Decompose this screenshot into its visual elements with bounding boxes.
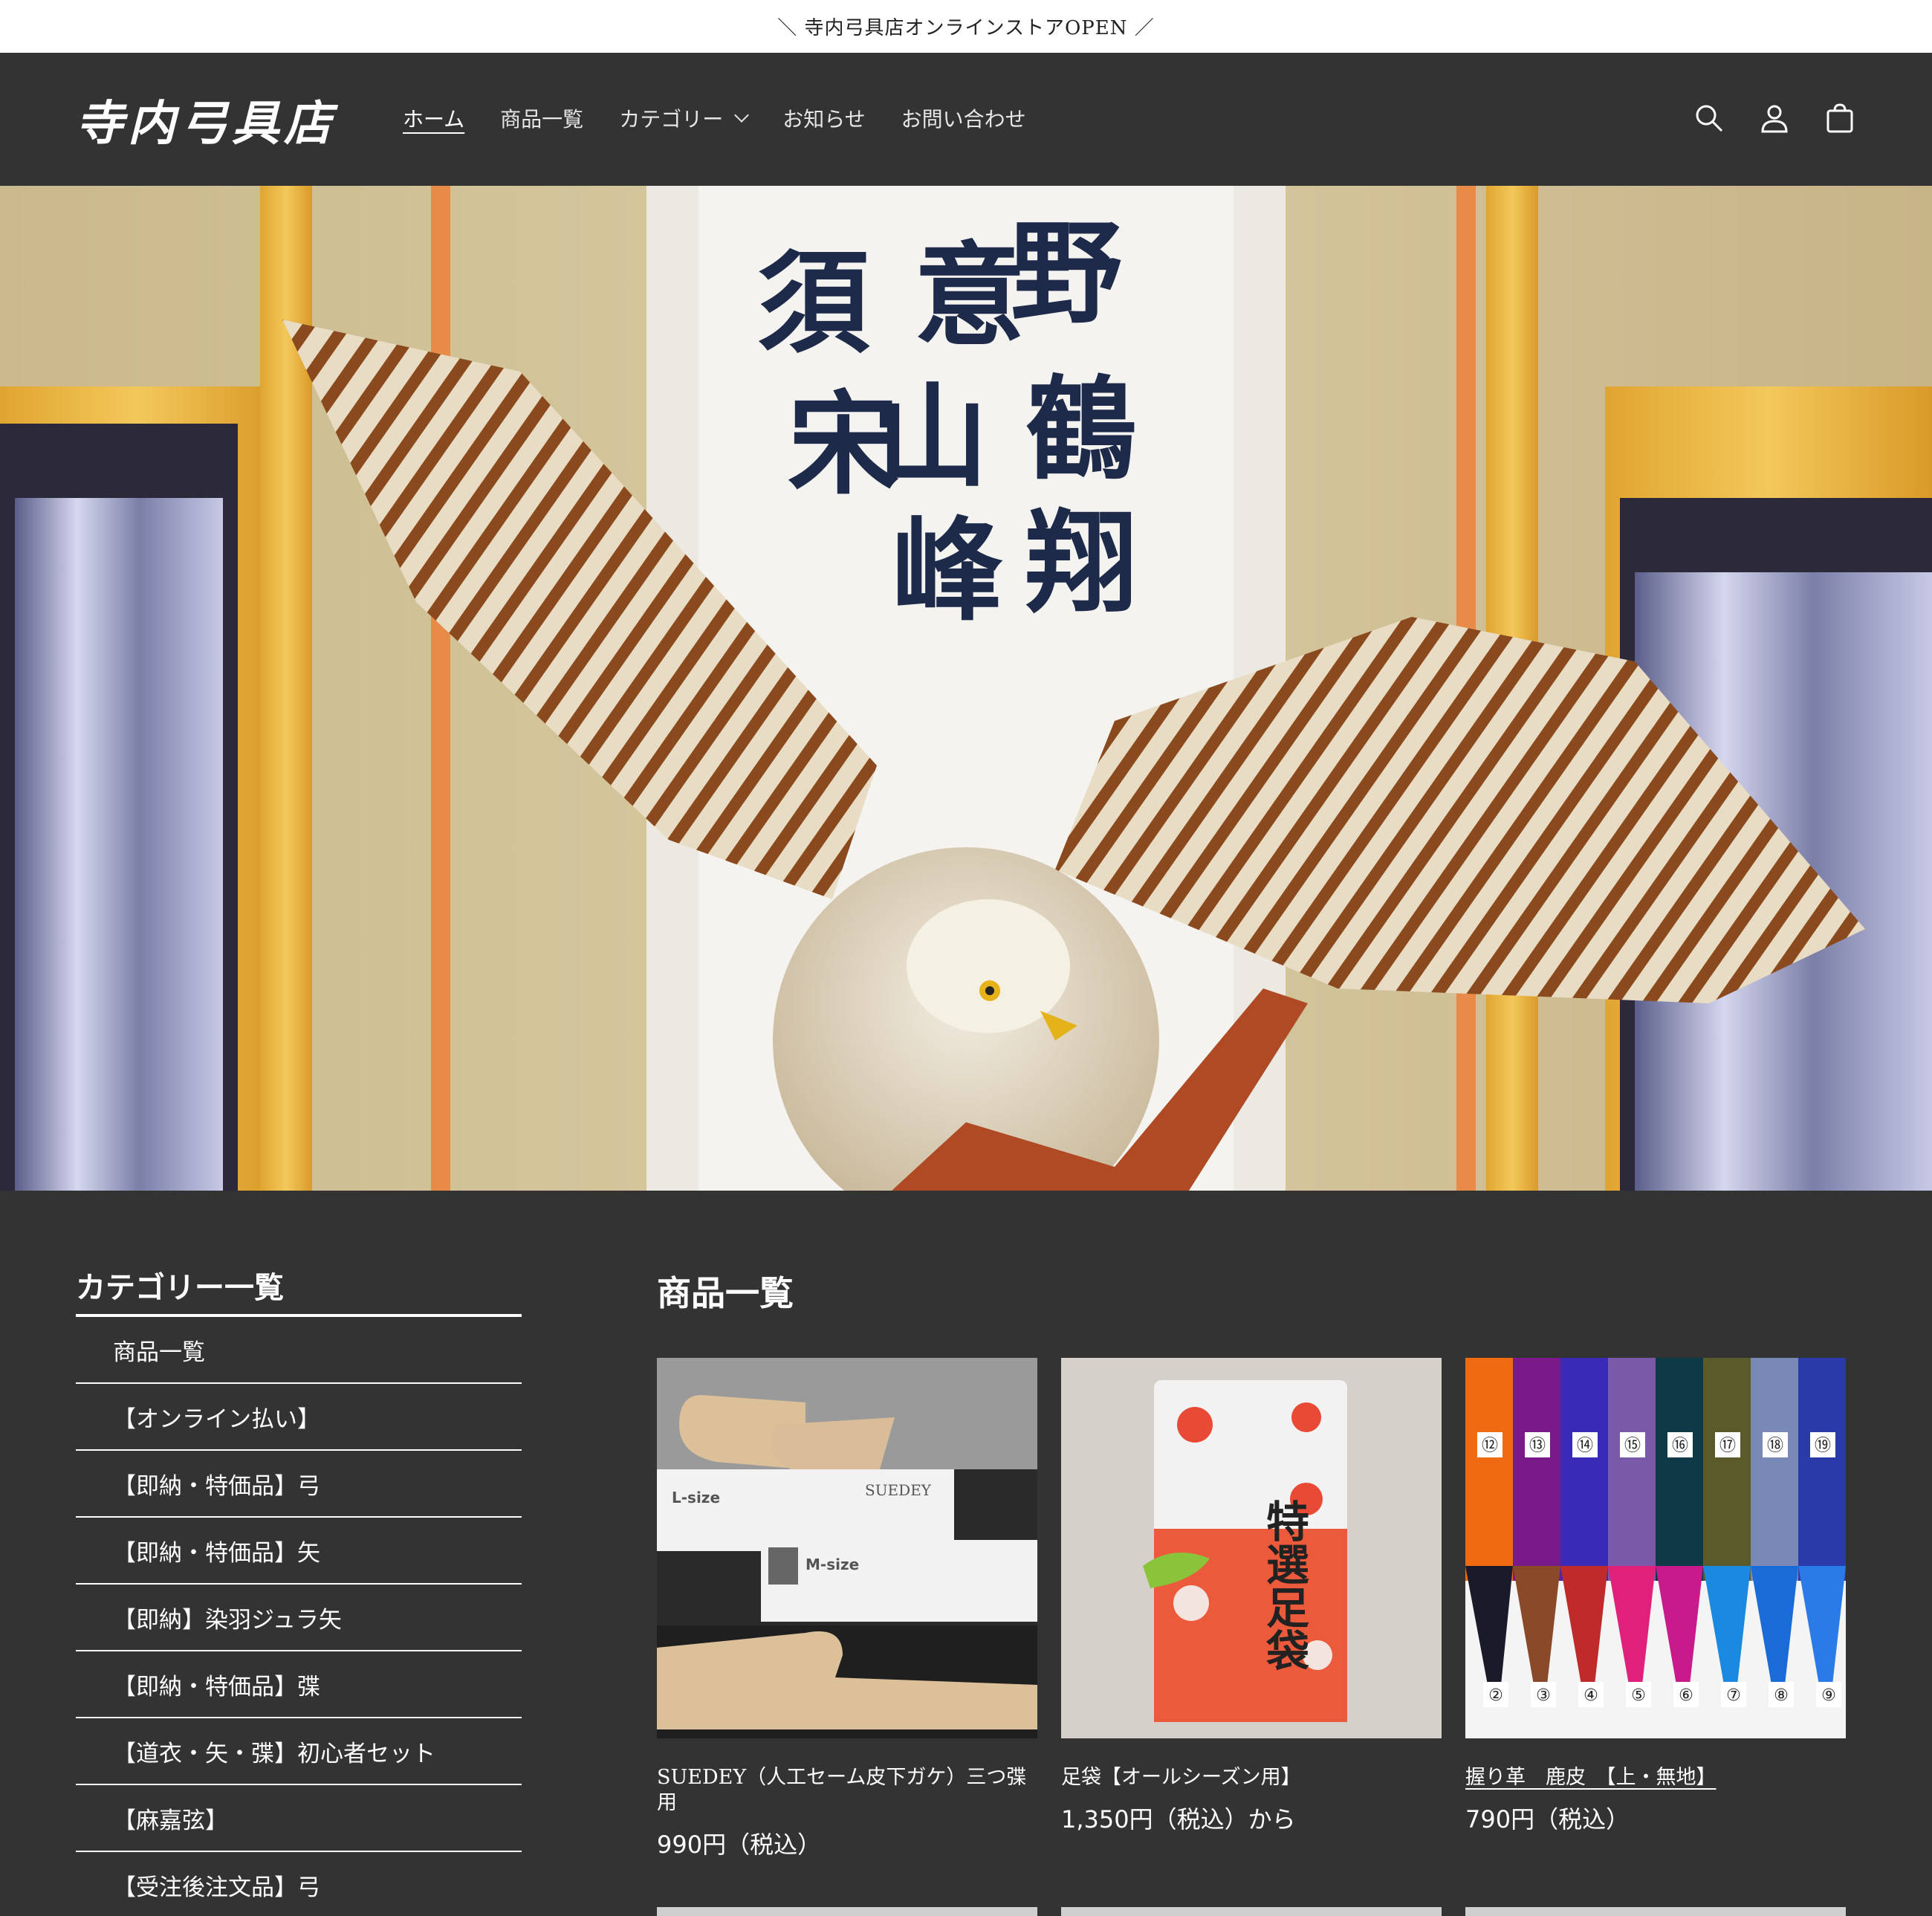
nav-category[interactable]: カテゴリー — [619, 103, 750, 133]
category-item[interactable]: 【即納・特価品】矢 — [76, 1518, 522, 1585]
svg-text:⑰: ⑰ — [1719, 1437, 1736, 1455]
product-name[interactable]: SUEDEY（人工セーム皮下ガケ）三つ弽用 — [657, 1765, 1037, 1816]
svg-text:SUEDEY: SUEDEY — [865, 1481, 932, 1499]
category-item[interactable]: 【即納】染羽ジュラ矢 — [76, 1585, 522, 1651]
svg-text:宋: 宋 — [788, 379, 899, 510]
category-sidebar: カテゴリー一覧 商品一覧 【オンライン払い】 【即納・特価品】弓 【即納・特価品… — [76, 1263, 522, 1916]
svg-text:②: ② — [1488, 1686, 1503, 1705]
announcement-bar: ＼ 寺内弓具店オンラインストアOPEN ／ — [0, 0, 1932, 53]
section-title: 商品一覧 — [657, 1273, 794, 1313]
account-icon[interactable] — [1757, 100, 1792, 136]
store-logo[interactable]: 寺内弓具店 — [76, 90, 336, 152]
product-price: 990円（税込） — [657, 1831, 822, 1859]
product-card[interactable]: L-size SUEDEY M-size SUEDEY（人工セーム皮下ガケ）三つ… — [657, 1358, 1037, 1860]
svg-text:③: ③ — [1536, 1686, 1551, 1705]
main-nav: ホーム 商品一覧 カテゴリー お知らせ お問い合わせ — [403, 103, 1062, 133]
product-card-next[interactable] — [1061, 1907, 1442, 1916]
nav-products[interactable]: 商品一覧 — [500, 103, 583, 133]
svg-text:⑭: ⑭ — [1577, 1437, 1593, 1455]
svg-text:⑦: ⑦ — [1726, 1686, 1741, 1705]
site-header: 寺内弓具店 ホーム 商品一覧 カテゴリー お知らせ お問い合わせ — [0, 53, 1932, 186]
svg-text:⑤: ⑤ — [1631, 1686, 1646, 1705]
category-item[interactable]: 【受注後注文品】弓 — [76, 1852, 522, 1916]
hero-banner: 野 意 須 鶴 山 宋 翔 峰 — [0, 186, 1932, 1191]
category-item[interactable]: 【麻嘉弦】 — [76, 1785, 522, 1852]
nav-home[interactable]: ホーム — [403, 103, 464, 133]
sidebar-title: カテゴリー一覧 — [76, 1263, 522, 1317]
svg-text:野: 野 — [1011, 208, 1122, 339]
svg-text:⑨: ⑨ — [1821, 1686, 1836, 1705]
hero-image: 野 意 須 鶴 山 宋 翔 峰 — [0, 186, 1932, 1191]
chevron-down-icon — [734, 108, 750, 123]
product-name[interactable]: 足袋【オールシーズン用】 — [1061, 1765, 1442, 1790]
svg-text:⑫: ⑫ — [1482, 1437, 1498, 1455]
announcement-text: ＼ 寺内弓具店オンラインストアOPEN ／ — [777, 17, 1155, 39]
svg-text:鶴: 鶴 — [1025, 364, 1137, 495]
category-item[interactable]: 商品一覧 — [76, 1317, 522, 1384]
nav-category-label: カテゴリー — [619, 107, 724, 132]
svg-text:⑱: ⑱ — [1767, 1437, 1783, 1455]
svg-text:翔: 翔 — [1025, 498, 1137, 629]
nav-contact[interactable]: お問い合わせ — [901, 103, 1026, 133]
category-item[interactable]: 【道衣・矢・弽】初心者セット — [76, 1718, 522, 1785]
svg-text:④: ④ — [1583, 1686, 1598, 1705]
product-image[interactable]: ⑫ ⑬ ⑭ ⑮ ⑯ ⑰ ⑱ ⑲ ② ③ ④ ⑤ ⑥ ⑦ ⑧ ⑨ — [1465, 1358, 1846, 1738]
category-item[interactable]: 【即納・特価品】弓 — [76, 1451, 522, 1518]
svg-text:峰: 峰 — [892, 505, 1003, 636]
svg-text:⑯: ⑯ — [1672, 1437, 1688, 1455]
svg-text:L-size: L-size — [672, 1489, 720, 1506]
product-price: 790円（税込） — [1465, 1805, 1630, 1834]
svg-text:⑬: ⑬ — [1529, 1437, 1546, 1455]
cart-icon[interactable] — [1822, 100, 1858, 136]
product-image[interactable]: L-size SUEDEY M-size — [657, 1358, 1037, 1738]
svg-text:M-size: M-size — [805, 1556, 859, 1573]
svg-text:意: 意 — [914, 230, 1025, 361]
category-item[interactable]: 【即納・特価品】弽 — [76, 1651, 522, 1718]
header-icons — [1662, 100, 1858, 136]
svg-text:⑲: ⑲ — [1815, 1437, 1831, 1455]
svg-text:⑥: ⑥ — [1679, 1686, 1693, 1705]
product-card-next[interactable] — [657, 1907, 1037, 1916]
product-name[interactable]: 握り革 鹿皮 【上・無地】 — [1465, 1765, 1846, 1790]
product-card-next[interactable] — [1465, 1907, 1846, 1916]
product-card[interactable]: 特選足袋 足袋【オールシーズン用】 1,350円（税込）から — [1061, 1358, 1442, 1835]
product-image[interactable]: 特選足袋 — [1061, 1358, 1442, 1738]
nav-news[interactable]: お知らせ — [782, 103, 865, 133]
svg-text:須: 須 — [758, 238, 870, 369]
search-icon[interactable] — [1691, 100, 1727, 136]
svg-text:特選足袋: 特選足袋 — [1259, 1499, 1310, 1671]
product-list-section: 商品一覧 L-size SUEDEY M-size SUEDEY（人工セーム皮下… — [657, 1263, 1846, 1859]
category-item[interactable]: 【オンライン払い】 — [76, 1384, 522, 1451]
svg-text:⑧: ⑧ — [1774, 1686, 1789, 1705]
product-price: 1,350円（税込）から — [1061, 1805, 1296, 1834]
product-card[interactable]: ⑫ ⑬ ⑭ ⑮ ⑯ ⑰ ⑱ ⑲ ② ③ ④ ⑤ ⑥ ⑦ ⑧ ⑨ 握り革 鹿皮 【… — [1465, 1358, 1846, 1835]
svg-text:⑮: ⑮ — [1624, 1437, 1641, 1455]
